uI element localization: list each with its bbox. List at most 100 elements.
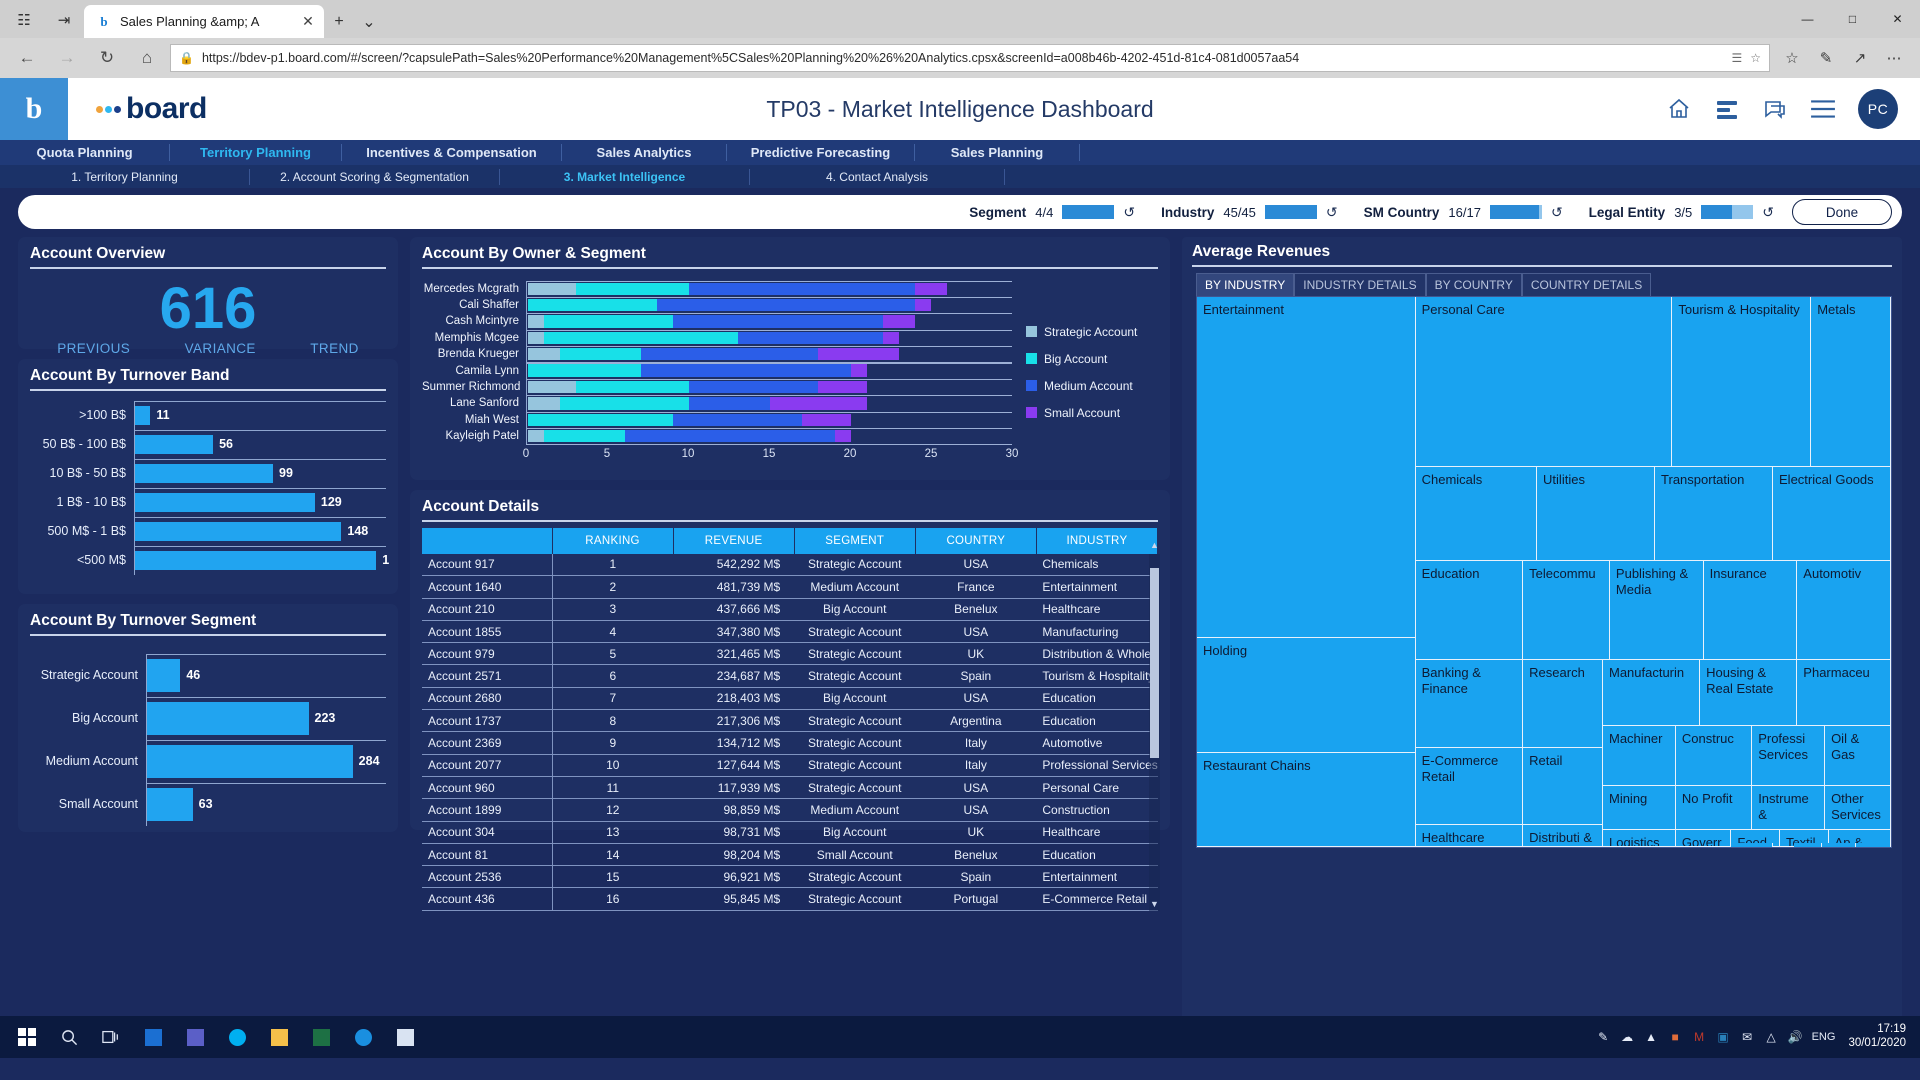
treemap-tile[interactable]: Holding: [1197, 638, 1416, 754]
app-icon[interactable]: M: [1692, 1030, 1707, 1045]
treemap-tile[interactable]: Manufacturin: [1603, 660, 1700, 726]
table-row[interactable]: Account 17378217,306 M$Strategic Account…: [422, 710, 1158, 732]
onedrive-icon[interactable]: ☁: [1620, 1030, 1635, 1045]
clock[interactable]: 17:19 30/01/2020: [1844, 1023, 1906, 1051]
treemap-tab-by-country[interactable]: BY COUNTRY: [1426, 273, 1522, 296]
treemap-tile[interactable]: Entertainment: [1197, 297, 1416, 638]
table-column-header[interactable]: COUNTRY: [915, 528, 1036, 554]
treemap-tab-industry-details[interactable]: INDUSTRY DETAILS: [1294, 273, 1425, 296]
treemap-tile[interactable]: Construc: [1676, 726, 1752, 787]
nav-item-territory-planning[interactable]: Territory Planning: [170, 144, 342, 161]
bluetooth-icon[interactable]: ✉: [1740, 1030, 1755, 1045]
table-row[interactable]: Account 96011117,939 M$Strategic Account…: [422, 776, 1158, 798]
stacked-bar-row[interactable]: Kayleigh Patel: [422, 428, 1012, 444]
treemap-tile[interactable]: Housing & Real Estate: [1700, 660, 1797, 726]
subnav-item-1-territory-planning[interactable]: 1. Territory Planning: [0, 169, 250, 185]
share-icon[interactable]: ↗: [1844, 43, 1876, 73]
home-icon[interactable]: [1666, 97, 1692, 121]
skype-icon[interactable]: [216, 1017, 258, 1057]
nav-item-quota-planning[interactable]: Quota Planning: [0, 144, 170, 161]
bar-row[interactable]: Strategic Account46: [30, 654, 386, 697]
treemap-tile[interactable]: Retail: [1523, 748, 1603, 825]
table-row[interactable]: Account 4361695,845 M$Strategic AccountP…: [422, 888, 1158, 910]
stacked-bar-row[interactable]: Cali Shaffer: [422, 297, 1012, 313]
table-row[interactable]: Account 9795321,465 M$Strategic AccountU…: [422, 643, 1158, 665]
subnav-item-3-market-intelligence[interactable]: 3. Market Intelligence: [500, 169, 750, 185]
table-row[interactable]: Account 18991298,859 M$Medium AccountUSA…: [422, 799, 1158, 821]
subnav-item-4-contact-analysis[interactable]: 4. Contact Analysis: [750, 169, 1005, 185]
bar-row[interactable]: 1 B$ - 10 B$129: [30, 488, 386, 517]
reset-icon[interactable]: ↺: [1123, 204, 1135, 221]
filter-sm-country[interactable]: SM Country16/17↺: [1364, 204, 1563, 221]
bar-row[interactable]: Medium Account284: [30, 740, 386, 783]
treemap-tile[interactable]: Automotiv: [1797, 561, 1891, 660]
treemap-tile[interactable]: Chemicals: [1416, 467, 1537, 561]
table-column-header[interactable]: SEGMENT: [794, 528, 915, 554]
treemap-tab-country-details[interactable]: COUNTRY DETAILS: [1522, 273, 1651, 296]
favorites-icon[interactable]: ☆: [1776, 43, 1808, 73]
stacked-bar-row[interactable]: Cash Mcintyre: [422, 313, 1012, 329]
close-icon[interactable]: ✕: [1875, 0, 1920, 38]
table-scrollbar[interactable]: ▲ ▼: [1149, 554, 1160, 911]
task-view-icon[interactable]: [90, 1017, 132, 1057]
table-row[interactable]: Account 16402481,739 M$Medium AccountFra…: [422, 576, 1158, 598]
table-row[interactable]: Account 2103437,666 M$Big AccountBenelux…: [422, 598, 1158, 620]
legend-item[interactable]: Big Account: [1026, 352, 1158, 366]
table-column-header[interactable]: REVENUE: [673, 528, 794, 554]
pen-icon[interactable]: ✎: [1810, 43, 1842, 73]
stacked-bar-row[interactable]: Miah West: [422, 412, 1012, 428]
treemap-tile[interactable]: Mining: [1603, 786, 1676, 830]
legend-item[interactable]: Strategic Account: [1026, 325, 1158, 339]
stacked-bar-row[interactable]: Mercedes Mcgrath: [422, 281, 1012, 297]
treemap-tile[interactable]: Goverr & Public: [1676, 830, 1732, 847]
layers-icon[interactable]: [1714, 97, 1740, 121]
treemap-tile[interactable]: Personal Care: [1416, 297, 1673, 468]
volume-icon[interactable]: 🔊: [1788, 1030, 1803, 1045]
nav-item-incentives-compensation[interactable]: Incentives & Compensation: [342, 144, 562, 161]
treemap-tile[interactable]: Transportation: [1655, 467, 1773, 561]
nav-item-predictive-forecasting[interactable]: Predictive Forecasting: [727, 144, 915, 161]
arrow-right-icon[interactable]: →: [50, 42, 84, 74]
table-row[interactable]: Account 25716234,687 M$Strategic Account…: [422, 665, 1158, 687]
reader-view-icon[interactable]: ☰: [1731, 51, 1742, 65]
chevron-down-icon[interactable]: ⌄: [354, 6, 384, 38]
table-column-header[interactable]: RANKING: [552, 528, 673, 554]
stacked-bar-row[interactable]: Brenda Krueger: [422, 346, 1012, 362]
treemap-tile[interactable]: No: [1822, 843, 1857, 847]
file-explorer-icon[interactable]: [258, 1017, 300, 1057]
treemap-tile[interactable]: Utilities: [1537, 467, 1655, 561]
stacked-bar-row[interactable]: Lane Sanford: [422, 395, 1012, 411]
reload-icon[interactable]: ↻: [90, 42, 124, 74]
treemap-tile[interactable]: Electrical Goods: [1773, 467, 1891, 561]
star-icon[interactable]: ☆: [1750, 51, 1761, 65]
treemap-tile[interactable]: Other Services: [1825, 786, 1891, 830]
arrow-left-icon[interactable]: ←: [10, 42, 44, 74]
filter-industry[interactable]: Industry45/45↺: [1161, 204, 1338, 221]
table-row[interactable]: Account 3041398,731 M$Big AccountUKHealt…: [422, 821, 1158, 843]
nav-item-sales-planning[interactable]: Sales Planning: [915, 144, 1080, 161]
windows-start-icon[interactable]: [6, 1017, 48, 1057]
more-icon[interactable]: ⋯: [1878, 43, 1910, 73]
avatar[interactable]: PC: [1858, 89, 1898, 129]
treemap-tile[interactable]: Metals: [1811, 297, 1891, 468]
treemap-tile[interactable]: No Profit: [1676, 786, 1752, 830]
bar-row[interactable]: <500 M$1: [30, 546, 386, 575]
treemap-tile[interactable]: Banking & Finance: [1416, 660, 1524, 748]
filter-gauge[interactable]: [1490, 205, 1542, 219]
mail-icon[interactable]: [132, 1017, 174, 1057]
bar-row[interactable]: 10 B$ - 50 B$99: [30, 459, 386, 488]
filter-gauge[interactable]: [1265, 205, 1317, 219]
scrollbar-thumb[interactable]: [1150, 568, 1159, 758]
reset-icon[interactable]: ↺: [1762, 204, 1774, 221]
treemap-tile[interactable]: Telecommu: [1523, 561, 1610, 660]
treemap-tile[interactable]: Wi: [1794, 843, 1822, 847]
search-icon[interactable]: [48, 1017, 90, 1057]
treemap-tile[interactable]: E-Commerce Retail: [1416, 748, 1524, 825]
close-icon[interactable]: ✕: [300, 13, 316, 30]
filter-gauge[interactable]: [1701, 205, 1753, 219]
table-row[interactable]: Account 25361596,921 M$Strategic Account…: [422, 866, 1158, 888]
stacked-bar-row[interactable]: Memphis Mcgee: [422, 330, 1012, 346]
tab-preview-icon[interactable]: ☷: [4, 2, 44, 38]
subnav-item-2-account-scoring-segmentation[interactable]: 2. Account Scoring & Segmentation: [250, 169, 500, 185]
treemap-tile[interactable]: Agricul &: [1731, 843, 1773, 847]
